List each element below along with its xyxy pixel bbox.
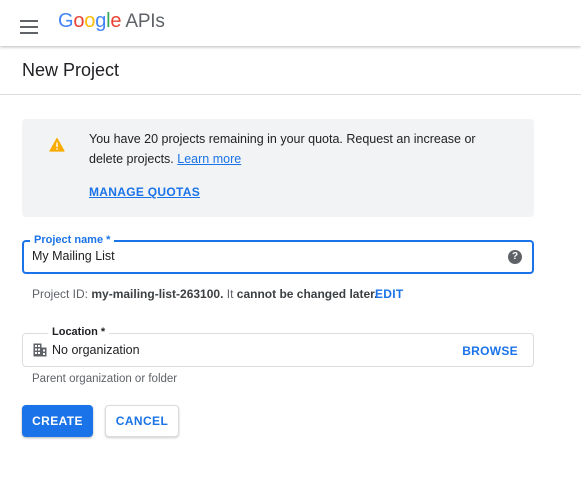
warning-icon	[49, 137, 65, 152]
top-app-bar: Google APIs	[0, 0, 581, 46]
project-name-label: Project name *	[30, 233, 115, 247]
project-id-warning: cannot be changed later.	[236, 287, 378, 301]
quota-message-text: You have 20 projects remaining in your q…	[89, 132, 476, 166]
location-label: Location *	[48, 325, 110, 339]
location-helper-text: Parent organization or folder	[32, 373, 178, 385]
hamburger-menu-icon[interactable]	[18, 12, 42, 34]
create-button[interactable]: CREATE	[22, 405, 93, 437]
edit-project-id-button[interactable]: EDIT	[375, 287, 404, 301]
quota-notice: You have 20 projects remaining in your q…	[22, 119, 534, 217]
learn-more-link[interactable]: Learn more	[177, 152, 241, 166]
project-name-field[interactable]: Project name * ?	[22, 233, 534, 274]
project-id-middle: It	[226, 287, 234, 301]
page-header: New Project	[0, 46, 581, 95]
quota-message: You have 20 projects remaining in your q…	[89, 129, 509, 169]
logo-suffix: APIs	[125, 11, 165, 32]
google-apis-logo[interactable]: Google APIs	[58, 10, 165, 33]
manage-quotas-link[interactable]: MANAGE QUOTAS	[89, 185, 200, 199]
project-id-info: Project ID: my-mailing-list-263100. It c…	[32, 287, 377, 301]
page-title: New Project	[22, 60, 120, 80]
project-id-value: my-mailing-list-263100.	[91, 287, 224, 301]
location-value: No organization	[52, 343, 140, 357]
building-icon	[33, 343, 47, 357]
help-icon[interactable]: ?	[508, 250, 522, 264]
location-field[interactable]: Location * No organization BROWSE	[22, 325, 534, 367]
project-id-prefix: Project ID:	[32, 287, 89, 301]
browse-button[interactable]: BROWSE	[462, 344, 518, 358]
cancel-button[interactable]: CANCEL	[105, 405, 179, 437]
project-name-input[interactable]	[32, 249, 492, 263]
